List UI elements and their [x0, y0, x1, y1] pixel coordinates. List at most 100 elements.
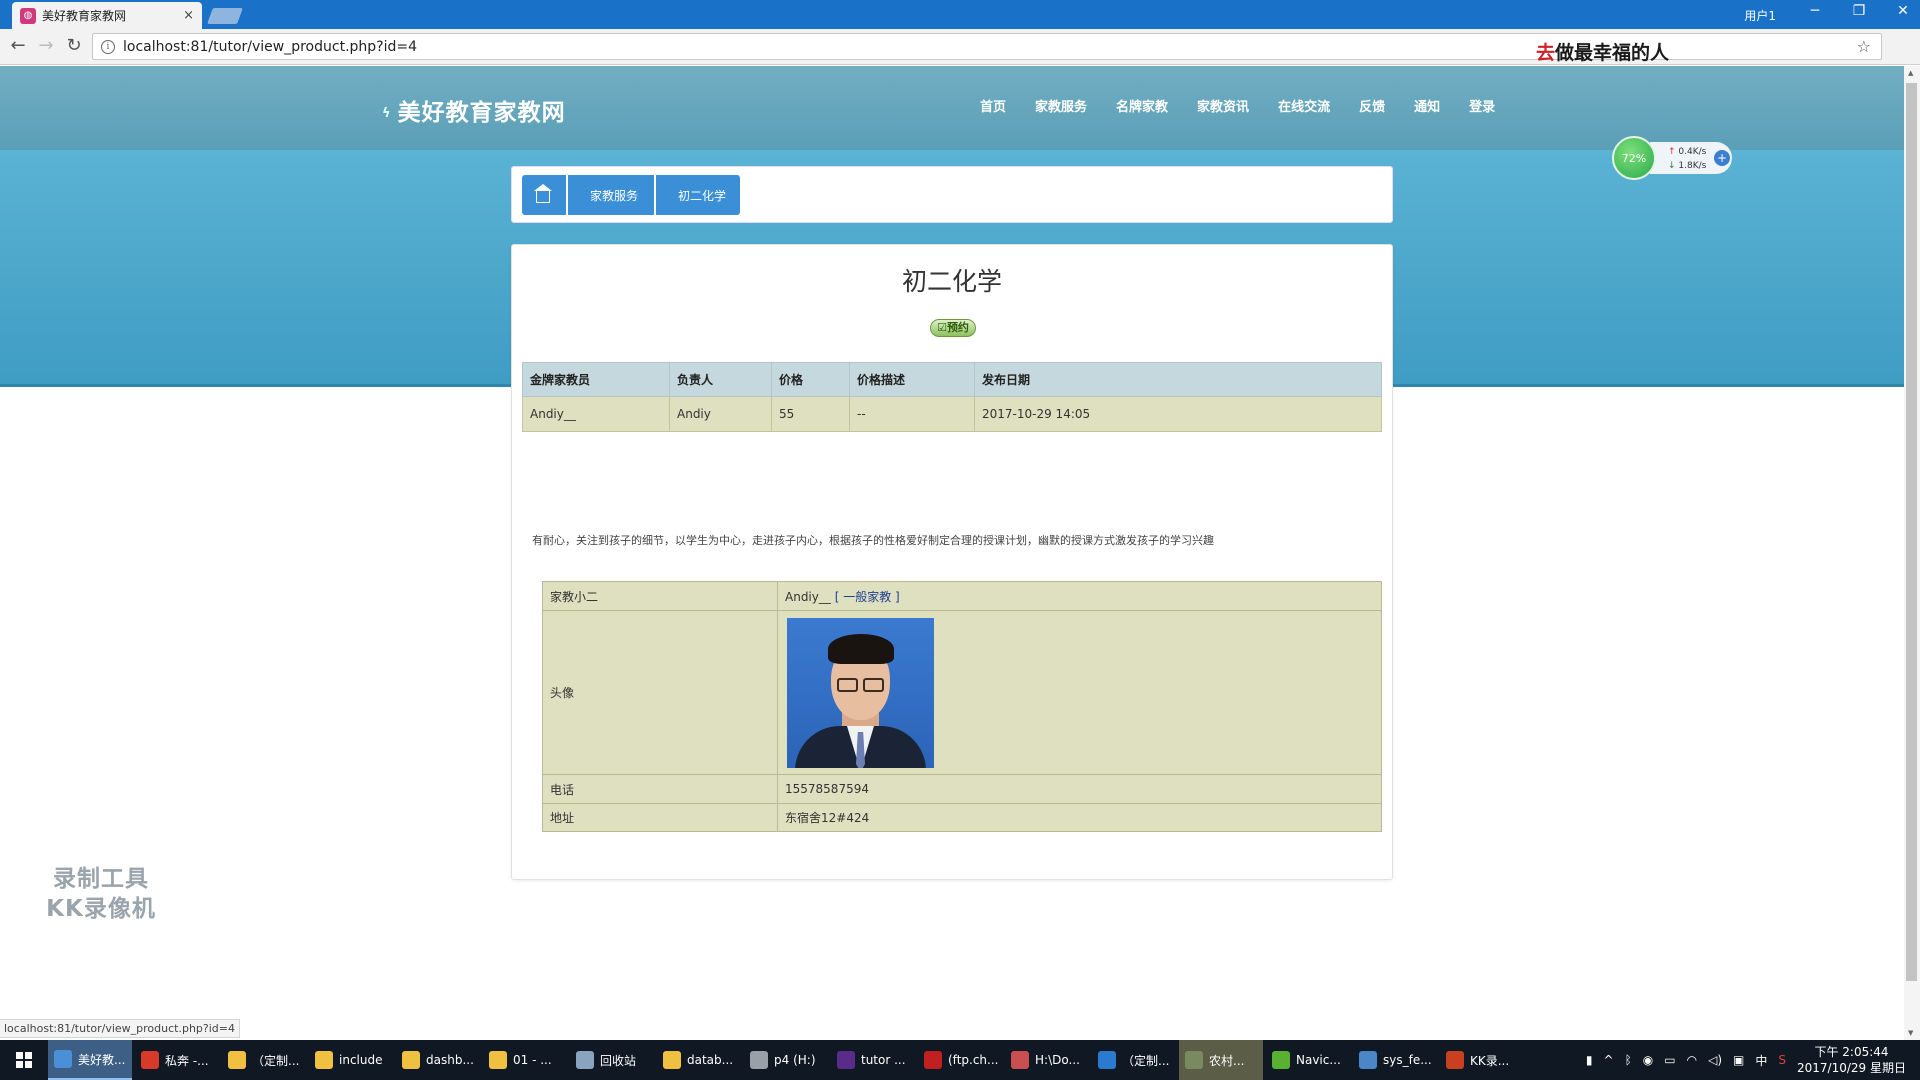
app-icon	[489, 1051, 507, 1069]
breadcrumb-item[interactable]: 家教服务	[568, 175, 655, 215]
restore-icon[interactable]: ❐	[1844, 3, 1874, 19]
wifi-icon[interactable]: ◠	[1687, 1053, 1697, 1067]
windows-logo-icon	[16, 1052, 32, 1068]
browser-tab[interactable]: ◍ 美好教育家教网 ×	[12, 2, 202, 29]
link-status-bar: localhost:81/tutor/view_product.php?id=4	[0, 1019, 241, 1038]
taskbar-item-label: Navic...	[1296, 1053, 1341, 1067]
avatar-label: 头像	[542, 610, 778, 775]
app-icon	[750, 1051, 768, 1069]
breadcrumb: 家教服务 初二化学	[511, 166, 1393, 223]
table-cell: --	[849, 396, 975, 432]
taskbar-item[interactable]: tutor ...	[831, 1040, 915, 1080]
site-logo[interactable]: ϟ 美好教育家教网	[382, 93, 566, 127]
column-header: 发布日期	[974, 362, 1382, 397]
taskbar-item[interactable]: 01 - ...	[483, 1040, 567, 1080]
forward-icon[interactable]: →	[34, 35, 58, 56]
taskbar-item[interactable]: 私奔 -...	[135, 1040, 219, 1080]
nav-login[interactable]: 登录	[1469, 96, 1495, 115]
logo-bolt-icon: ϟ	[382, 106, 392, 121]
network-icon[interactable]: ▣	[1733, 1053, 1744, 1067]
address-url[interactable]: localhost:81/tutor/view_product.php?id=4	[123, 39, 417, 55]
taskbar-item[interactable]: include	[309, 1040, 393, 1080]
taskbar-item[interactable]: datab...	[657, 1040, 741, 1080]
home-icon	[534, 184, 552, 203]
tutor-name-label: 家教小二	[542, 581, 778, 611]
page-scrollbar[interactable]: ▲ ▼	[1904, 66, 1920, 1040]
breadcrumb-home[interactable]	[522, 175, 566, 215]
back-icon[interactable]: ←	[6, 35, 30, 56]
app-icon	[402, 1051, 420, 1069]
app-icon	[663, 1051, 681, 1069]
window-user-label[interactable]: 用户1	[1744, 7, 1776, 24]
memory-percent: 72%	[1612, 136, 1656, 180]
reserve-button[interactable]: ☑预约	[930, 319, 976, 337]
table-row: 电话 15578587594	[542, 774, 1382, 804]
nav-home[interactable]: 首页	[980, 96, 1006, 115]
taskbar-apps: 美好教... 私奔 -... （定制... include dashb... 01 - .…	[48, 1040, 1527, 1080]
tab-close-icon[interactable]: ×	[183, 8, 194, 23]
ime-indicator[interactable]: 中	[1755, 1052, 1767, 1069]
taskbar-item[interactable]: 农村...	[1179, 1040, 1263, 1080]
taskbar-item-label: 私奔 -...	[165, 1053, 209, 1068]
tray-expand-icon[interactable]: ^	[1604, 1053, 1614, 1067]
antivirus-icon[interactable]: S	[1778, 1053, 1786, 1067]
taskbar-item[interactable]: 美好教...	[48, 1040, 132, 1080]
battery-icon[interactable]: ▮	[1586, 1053, 1593, 1067]
app-icon	[837, 1051, 855, 1069]
avatar-cell	[777, 610, 1382, 775]
nav-online-chat[interactable]: 在线交流	[1278, 96, 1330, 115]
reserve-check-icon: ☑	[937, 321, 947, 334]
close-window-icon[interactable]: ✕	[1888, 3, 1918, 19]
taskbar-item[interactable]: KK录...	[1440, 1040, 1524, 1080]
nav-tutor-service[interactable]: 家教服务	[1035, 96, 1087, 115]
download-speed: 1.8K/s	[1678, 161, 1707, 171]
taskbar-item-label: KK录...	[1470, 1053, 1510, 1068]
column-header: 金牌家教员	[522, 362, 670, 397]
app-icon	[1446, 1051, 1464, 1069]
nav-tutor-news[interactable]: 家教资讯	[1197, 96, 1249, 115]
taskbar-item-label: （定制...	[1122, 1053, 1170, 1068]
widget-plus-icon[interactable]: +	[1714, 150, 1730, 166]
nav-feedback[interactable]: 反馈	[1359, 96, 1385, 115]
scroll-up-icon[interactable]: ▲	[1908, 69, 1913, 77]
taskbar-item-label: include	[339, 1053, 383, 1067]
app-tray-icon[interactable]: ◉	[1643, 1053, 1653, 1067]
taskbar-item-label: sys_fe...	[1383, 1053, 1432, 1067]
app-icon	[1272, 1051, 1290, 1069]
avatar	[787, 618, 934, 768]
site-info-icon[interactable]: i	[101, 39, 115, 54]
taskbar-item-label: （定制...	[252, 1053, 300, 1068]
scroll-down-icon[interactable]: ▼	[1908, 1029, 1913, 1037]
taskbar-item[interactable]: sys_fe...	[1353, 1040, 1437, 1080]
taskbar-item[interactable]: dashb...	[396, 1040, 480, 1080]
scrollbar-thumb[interactable]	[1906, 83, 1917, 981]
taskbar-item[interactable]: （定制...	[1092, 1040, 1176, 1080]
phone-label: 电话	[542, 774, 778, 804]
product-description: 有耐心，关注到孩子的细节，以学生为中心，走进孩子内心，根据孩子的性格爱好制定合理…	[532, 534, 1214, 547]
taskbar-clock[interactable]: 下午 2:05:44 2017/10/29 星期日	[1797, 1044, 1906, 1076]
volume-icon[interactable]: ◁)	[1708, 1053, 1722, 1067]
taskbar-item[interactable]: (ftp.ch...	[918, 1040, 1002, 1080]
breadcrumb-current[interactable]: 初二化学	[656, 175, 741, 215]
power-icon[interactable]: ▭	[1664, 1053, 1675, 1067]
taskbar-item[interactable]: H:\Do...	[1005, 1040, 1089, 1080]
reload-icon[interactable]: ↻	[62, 35, 86, 56]
new-tab-button[interactable]	[207, 8, 243, 24]
table-row: 地址 东宿舍12#424	[542, 803, 1382, 832]
taskbar-item[interactable]: 回收站	[570, 1040, 654, 1080]
taskbar-item-label: 美好教...	[78, 1052, 126, 1067]
tutor-rank-link[interactable]: [ 一般家教 ]	[835, 590, 900, 604]
app-icon	[315, 1051, 333, 1069]
bluetooth-icon[interactable]: ᛒ	[1625, 1053, 1632, 1067]
taskbar-item[interactable]: Navic...	[1266, 1040, 1350, 1080]
nav-famous-tutor[interactable]: 名牌家教	[1116, 96, 1168, 115]
tutor-name-cell: Andiy__ [ 一般家教 ]	[777, 581, 1382, 611]
taskbar-item[interactable]: （定制...	[222, 1040, 306, 1080]
minimize-icon[interactable]: ─	[1800, 3, 1830, 19]
taskbar-item[interactable]: p4 (H:)	[744, 1040, 828, 1080]
network-speed-widget[interactable]: ↑ 0.4K/s ↓ 1.8K/s 72% +	[1612, 136, 1736, 180]
phone-value: 15578587594	[777, 774, 1382, 804]
bookmark-star-icon[interactable]: ☆	[1857, 37, 1871, 56]
nav-notice[interactable]: 通知	[1414, 96, 1440, 115]
start-button[interactable]	[0, 1040, 48, 1080]
